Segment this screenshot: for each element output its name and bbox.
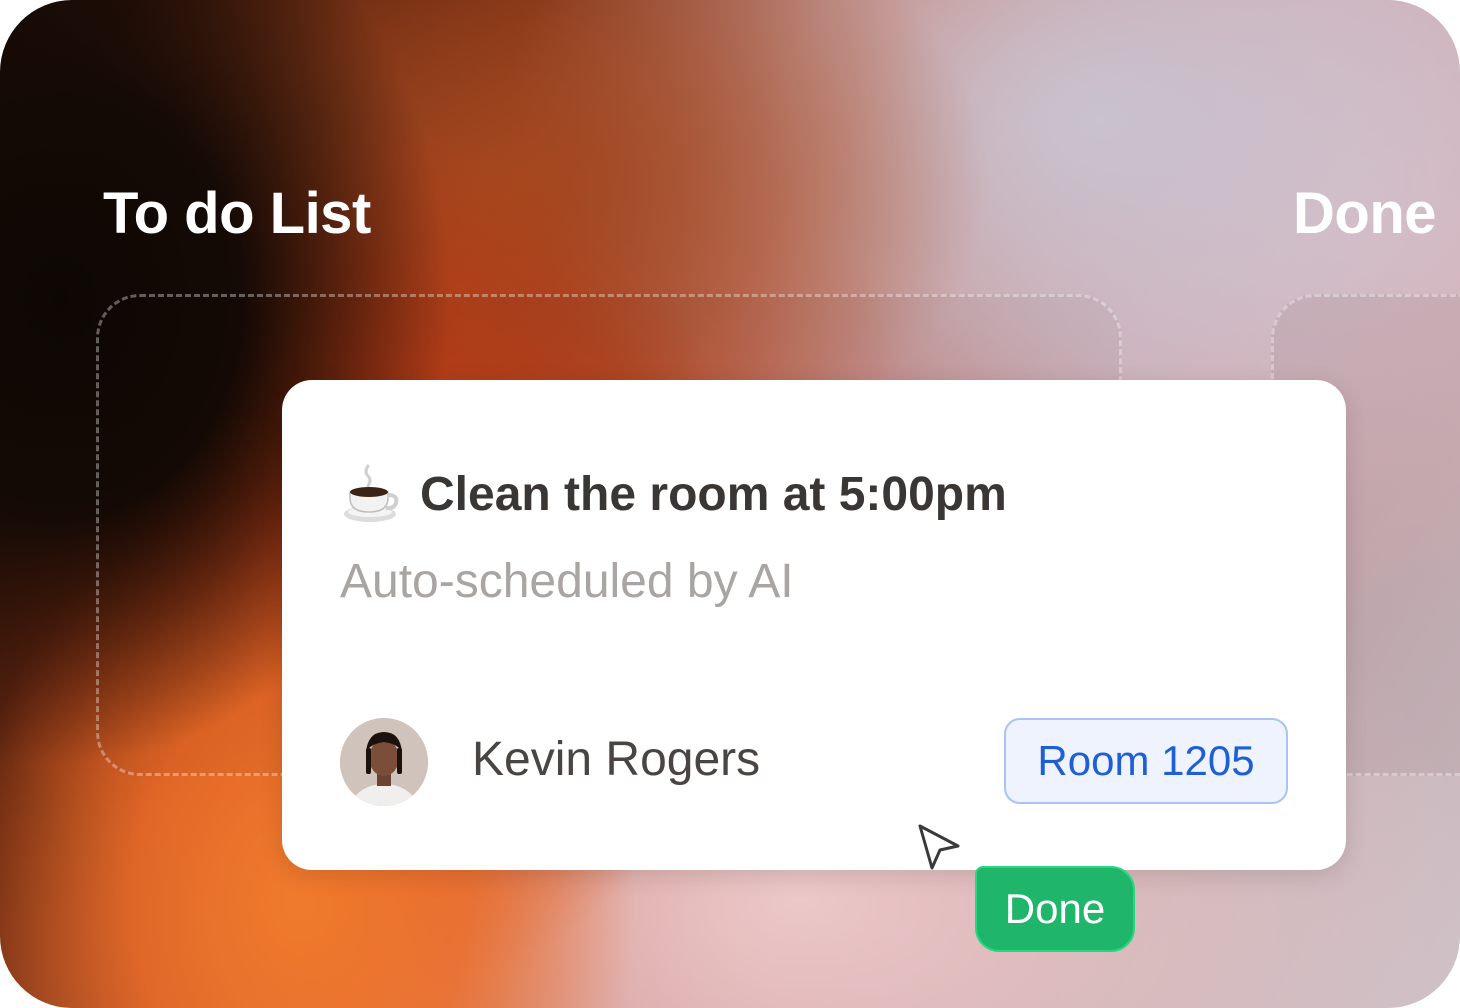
task-subtitle: Auto-scheduled by AI xyxy=(340,555,794,608)
drag-done-label: Done xyxy=(1004,885,1106,932)
task-title-row: Clean the room at 5:00pm xyxy=(340,462,1007,526)
drag-done-tag: Done xyxy=(975,866,1135,952)
avatar xyxy=(340,718,428,806)
todo-column-title: To do List xyxy=(103,181,371,246)
done-column-title: Done xyxy=(1293,181,1437,246)
board-background: To do List Done Clean the room at 5:00pm… xyxy=(0,0,1460,1008)
room-badge[interactable]: Room 1205 xyxy=(1004,718,1288,804)
pointer-cursor-icon xyxy=(918,824,960,870)
room-badge-label: Room 1205 xyxy=(1037,737,1255,784)
task-title: Clean the room at 5:00pm xyxy=(420,467,1007,521)
coffee-cup-icon xyxy=(344,464,399,522)
assignee-name: Kevin Rogers xyxy=(472,733,761,786)
avatar-photo xyxy=(340,718,428,806)
task-card[interactable]: Clean the room at 5:00pm Auto-scheduled … xyxy=(282,380,1346,870)
